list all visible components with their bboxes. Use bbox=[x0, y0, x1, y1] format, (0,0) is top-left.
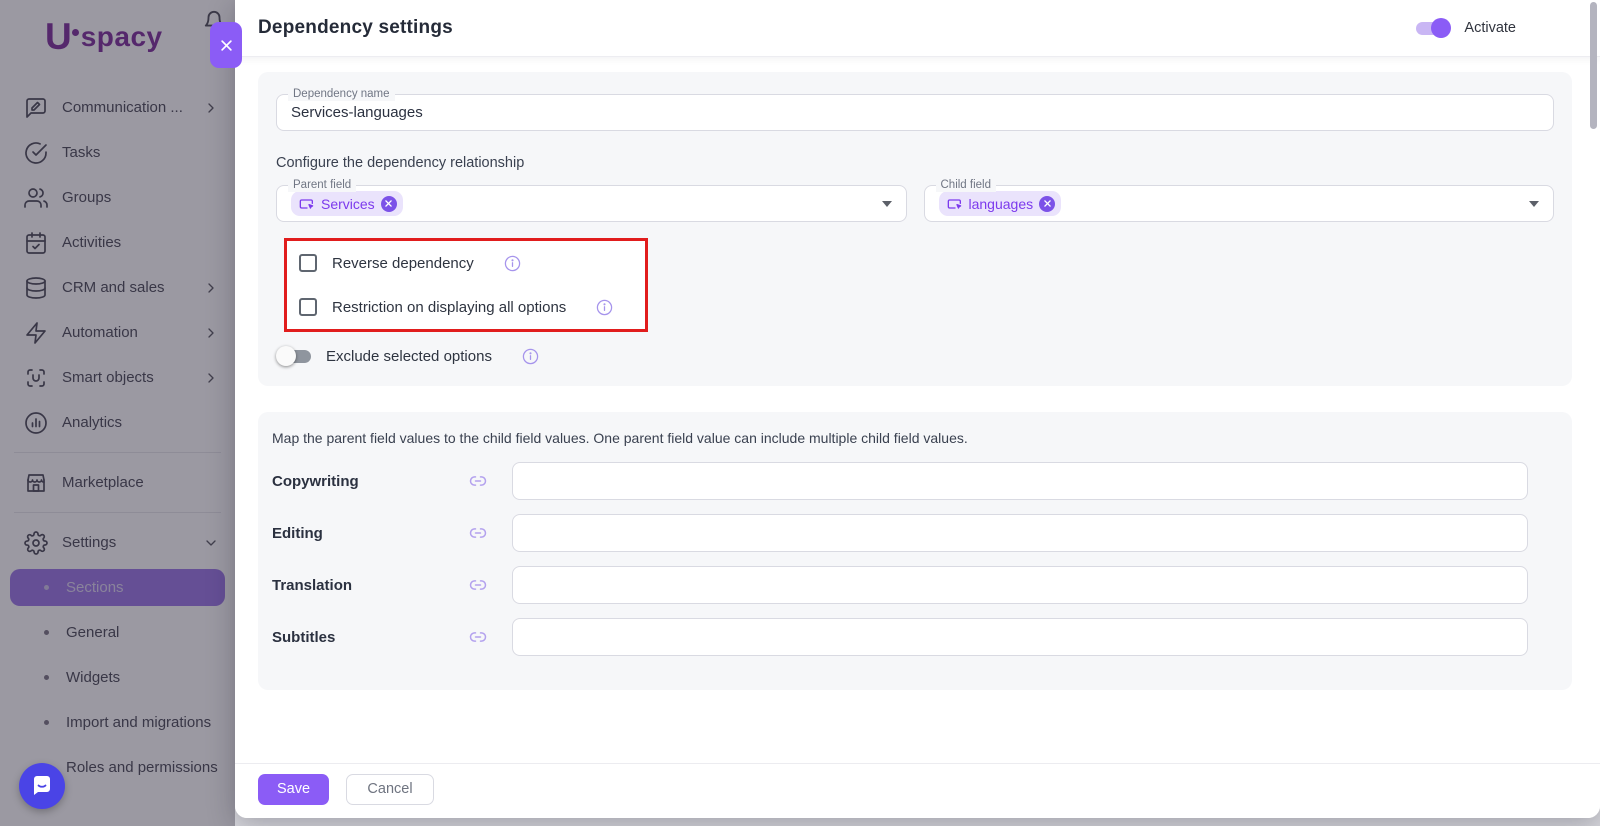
close-icon bbox=[219, 38, 234, 53]
info-icon[interactable] bbox=[504, 255, 521, 272]
parent-value-label: Subtitles bbox=[272, 628, 336, 646]
exclude-options-label: Exclude selected options bbox=[326, 347, 492, 365]
info-icon[interactable] bbox=[596, 299, 613, 316]
dependency-settings-dialog: Dependency settings Activate Dependency … bbox=[210, 0, 1600, 818]
dependency-name-input[interactable] bbox=[291, 104, 1539, 121]
link-icon bbox=[468, 471, 512, 491]
checkbox-label: Restriction on displaying all options bbox=[332, 298, 567, 316]
value-mapping-panel: Map the parent field values to the child… bbox=[258, 412, 1572, 690]
parent-chip-label: Services bbox=[321, 195, 375, 212]
cancel-button[interactable]: Cancel bbox=[346, 773, 434, 805]
dependency-name-label: Dependency name bbox=[288, 87, 395, 101]
field-type-icon bbox=[299, 196, 315, 212]
red-annotation-box: Reverse dependency Restriction on displa… bbox=[284, 238, 648, 332]
dialog-body: Dependency name Configure the dependency… bbox=[235, 57, 1600, 690]
chip-delete-icon[interactable] bbox=[1039, 195, 1056, 212]
parent-field-chip: Services bbox=[291, 191, 403, 216]
child-field-label: Child field bbox=[935, 178, 996, 192]
info-icon[interactable] bbox=[522, 348, 539, 365]
sidebar-dim-overlay bbox=[0, 0, 235, 826]
exclude-options-toggle[interactable] bbox=[276, 346, 313, 366]
child-field-select[interactable]: Child field languages bbox=[923, 178, 1554, 222]
mapping-row-editing: Editing bbox=[272, 514, 1528, 552]
exclude-options-row: Exclude selected options bbox=[276, 342, 1556, 370]
parent-value-label: Translation bbox=[272, 576, 353, 594]
parent-value-label: Copywriting bbox=[272, 472, 359, 490]
mapping-heading: Map the parent field values to the child… bbox=[272, 430, 968, 446]
dependency-name-field: Dependency name bbox=[276, 87, 1554, 131]
mapping-row-copywriting: Copywriting bbox=[272, 462, 1528, 500]
dialog-footer: Save Cancel bbox=[235, 763, 1600, 818]
child-values-input[interactable] bbox=[512, 514, 1528, 552]
save-button[interactable]: Save bbox=[258, 773, 329, 805]
parent-value-label: Editing bbox=[272, 524, 323, 542]
reverse-dependency-checkbox[interactable] bbox=[299, 254, 317, 272]
checkbox-label: Reverse dependency bbox=[332, 254, 474, 272]
chat-bubble-smile-icon bbox=[29, 773, 55, 799]
child-chip-label: languages bbox=[968, 195, 1034, 212]
mapping-row-subtitles: Subtitles bbox=[272, 618, 1528, 656]
scrollbar-thumb[interactable] bbox=[1590, 2, 1597, 129]
reverse-dependency-row: Reverse dependency bbox=[299, 245, 633, 281]
activate-toggle[interactable] bbox=[1414, 18, 1452, 38]
chip-delete-icon[interactable] bbox=[380, 195, 397, 212]
child-values-input[interactable] bbox=[512, 566, 1528, 604]
child-values-input[interactable] bbox=[512, 618, 1528, 656]
child-values-input[interactable] bbox=[512, 462, 1528, 500]
restriction-options-checkbox[interactable] bbox=[299, 298, 317, 316]
field-type-icon bbox=[947, 196, 963, 212]
parent-field-label: Parent field bbox=[288, 178, 357, 192]
dropdown-arrow-icon bbox=[881, 200, 892, 207]
link-icon bbox=[468, 627, 512, 647]
parent-child-fields-row: Parent field Services Child field langua… bbox=[276, 178, 1554, 222]
dropdown-arrow-icon bbox=[1529, 200, 1539, 207]
chat-widget-button[interactable] bbox=[19, 763, 65, 809]
mapping-row-translation: Translation bbox=[272, 566, 1528, 604]
sidebar: U spacy Communication ... Tasks Groups A… bbox=[0, 0, 235, 826]
child-field-chip: languages bbox=[938, 191, 1062, 216]
dialog-title: Dependency settings bbox=[258, 17, 453, 38]
parent-field-select[interactable]: Parent field Services bbox=[276, 178, 907, 222]
configure-heading: Configure the dependency relationship bbox=[276, 155, 525, 171]
dialog-header: Dependency settings Activate bbox=[235, 0, 1600, 57]
dependency-config-panel: Dependency name Configure the dependency… bbox=[258, 72, 1572, 386]
link-icon bbox=[468, 575, 512, 595]
close-dialog-button[interactable] bbox=[210, 22, 242, 68]
link-icon bbox=[468, 523, 512, 543]
activate-label: Activate bbox=[1464, 20, 1516, 36]
restriction-options-row: Restriction on displaying all options bbox=[299, 289, 633, 325]
activate-control: Activate bbox=[1414, 18, 1516, 38]
